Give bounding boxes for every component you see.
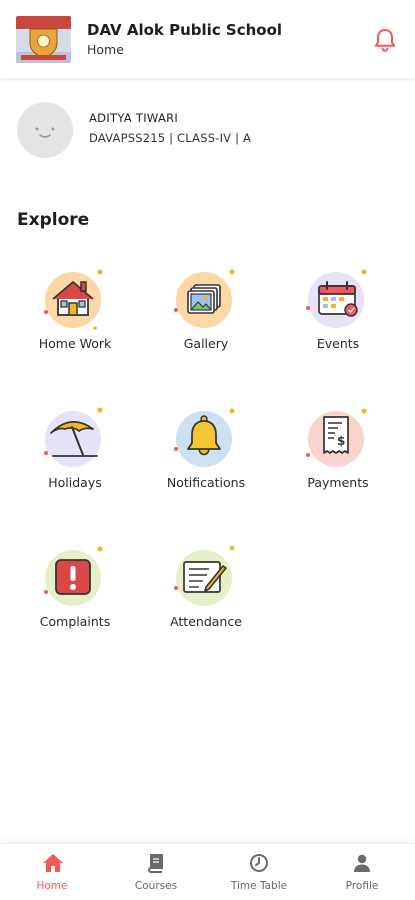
student-meta: DAVAPSS215 | CLASS-IV | A bbox=[89, 131, 252, 145]
explore-item-attendance[interactable]: Attendance bbox=[141, 545, 271, 646]
app-header: DAV Alok Public School Home bbox=[0, 0, 415, 78]
explore-item-complaints[interactable]: Complaints bbox=[10, 546, 140, 646]
beach-umbrella-icon bbox=[43, 407, 107, 471]
notepad-icon bbox=[174, 545, 238, 610]
explore-item-events[interactable]: Events bbox=[273, 268, 403, 368]
user-icon bbox=[354, 854, 370, 872]
explore-item-homework[interactable]: Home Work bbox=[10, 268, 140, 368]
calendar-icon bbox=[306, 268, 370, 332]
student-name: ADITYA TIWARI bbox=[89, 111, 179, 125]
school-logo bbox=[16, 16, 71, 63]
explore-item-payments[interactable]: $ Payments bbox=[273, 407, 403, 507]
book-icon bbox=[147, 854, 163, 873]
bell-icon[interactable] bbox=[372, 27, 398, 53]
nav-courses[interactable]: Courses bbox=[104, 844, 208, 900]
explore-item-label: Complaints bbox=[39, 614, 111, 629]
explore-item-label: Events bbox=[316, 336, 360, 351]
avatar bbox=[17, 102, 73, 158]
photo-gallery-icon bbox=[174, 268, 238, 332]
bottom-nav: Home Courses Time Table Profile bbox=[0, 843, 415, 900]
nav-label: Courses bbox=[134, 880, 178, 892]
explore-item-label: Home Work bbox=[38, 336, 112, 351]
school-name: DAV Alok Public School bbox=[87, 21, 283, 39]
explore-item-label: Payments bbox=[307, 475, 369, 490]
clock-icon bbox=[250, 854, 268, 872]
home-icon bbox=[43, 854, 63, 872]
explore-item-gallery[interactable]: Gallery bbox=[141, 268, 271, 368]
house-icon bbox=[43, 268, 107, 332]
nav-home[interactable]: Home bbox=[0, 844, 104, 900]
explore-item-holidays[interactable]: Holidays bbox=[10, 407, 140, 507]
nav-profile[interactable]: Profile bbox=[310, 844, 414, 900]
explore-item-label: Notifications bbox=[166, 475, 246, 490]
explore-heading: Explore bbox=[17, 210, 90, 230]
nav-label: Time Table bbox=[230, 880, 288, 892]
explore-item-label: Gallery bbox=[183, 336, 229, 351]
explore-item-notifications[interactable]: Notifications bbox=[141, 407, 271, 507]
nav-time-table[interactable]: Time Table bbox=[207, 844, 311, 900]
explore-item-label: Attendance bbox=[170, 614, 242, 629]
svg-text:$: $ bbox=[337, 434, 345, 448]
nav-label: Home bbox=[36, 880, 68, 892]
bell-icon bbox=[174, 407, 238, 471]
nav-label: Profile bbox=[345, 880, 379, 892]
page-subtitle: Home bbox=[87, 42, 124, 57]
explore-item-label: Holidays bbox=[48, 475, 102, 490]
receipt-icon: $ bbox=[306, 407, 370, 471]
alert-icon bbox=[43, 546, 107, 610]
